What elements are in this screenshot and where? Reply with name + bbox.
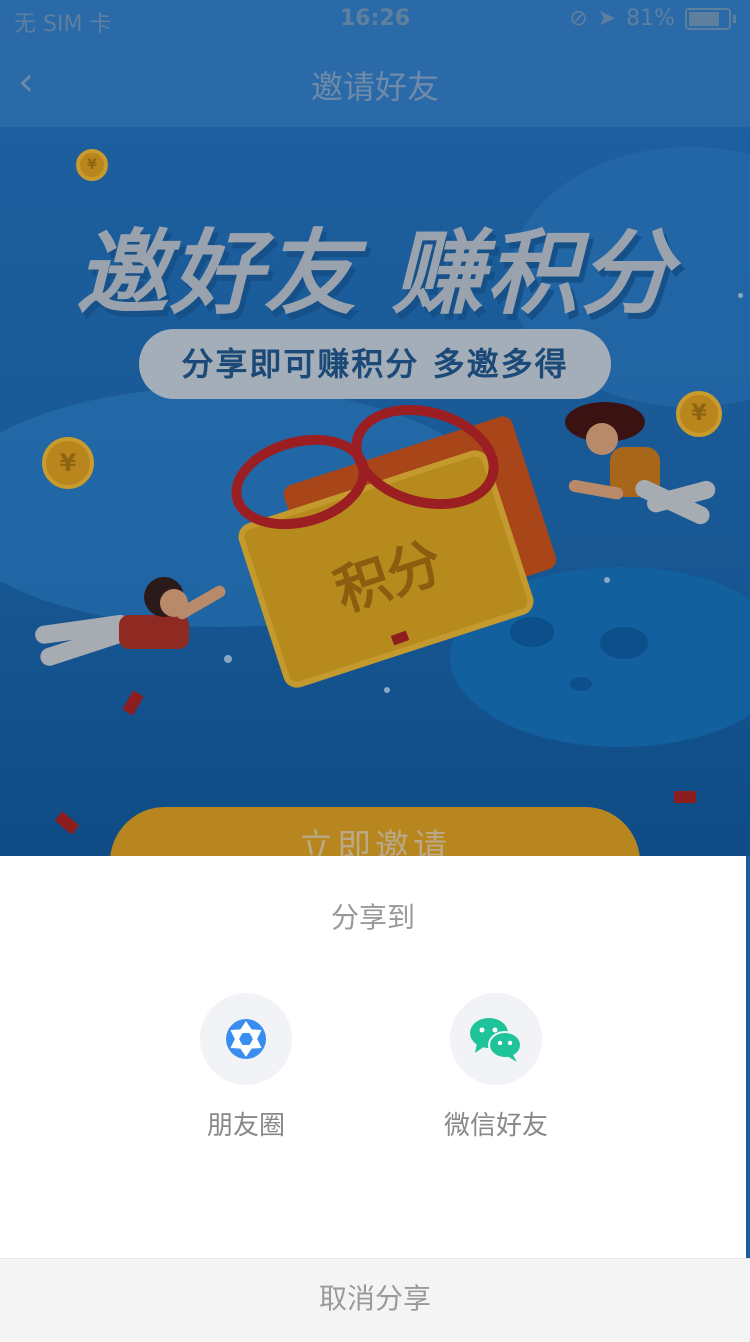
moments-shutter-icon (226, 1019, 266, 1059)
coin-icon: ¥ (42, 437, 94, 489)
share-option-moments[interactable]: 朋友圈 (166, 993, 326, 1142)
page-title: 邀请好友 (310, 68, 439, 106)
share-option-wechat-friend[interactable]: 微信好友 (416, 993, 576, 1142)
star-dot (604, 577, 610, 583)
status-bar: 无 SIM 卡 16:26 ⊘ ➤ 81% (0, 0, 750, 40)
crater (510, 617, 554, 647)
moments-icon-circle[interactable] (200, 993, 292, 1085)
banner-headline: 邀好友 赚积分 (75, 220, 675, 327)
status-right: ⊘ ➤ 81% (569, 6, 736, 31)
top-bar: 无 SIM 卡 16:26 ⊘ ➤ 81% ‹ 邀请好友 (0, 0, 750, 127)
battery-percent: 81% (626, 6, 675, 31)
wechat-icon-circle[interactable] (450, 993, 542, 1085)
coin-icon: ¥ (76, 149, 108, 181)
boy-illustration (35, 577, 226, 666)
share-sheet: 分享到 朋友圈 微信好友 (0, 856, 746, 1258)
crater (600, 627, 648, 659)
rotation-lock-icon: ⊘ (569, 6, 588, 31)
star-dot (224, 655, 232, 663)
crater (570, 677, 592, 691)
confetti (54, 811, 80, 835)
star-dot (384, 687, 390, 693)
battery-icon (685, 7, 731, 30)
cancel-share-button[interactable]: 取消分享 (0, 1258, 750, 1342)
invite-banner: 邀好友 赚积分 分享即可赚积分 多邀多得 ¥ ¥ ¥ 积分 立即邀请 (0, 127, 750, 856)
wechat-icon (470, 1018, 522, 1062)
sheet-edge (746, 856, 750, 1258)
banner-subtitle: 分享即可赚积分 多邀多得 (139, 329, 611, 399)
share-sheet-title: 分享到 (330, 901, 415, 934)
battery-tip (733, 14, 736, 23)
confetti (674, 791, 696, 803)
share-option-label: 朋友圈 (206, 1111, 285, 1141)
share-option-label: 微信好友 (443, 1111, 548, 1141)
invite-now-button[interactable]: 立即邀请 (110, 807, 640, 856)
location-arrow-icon: ➤ (597, 6, 617, 31)
girl-illustration (565, 402, 716, 525)
star-dot (738, 293, 743, 298)
